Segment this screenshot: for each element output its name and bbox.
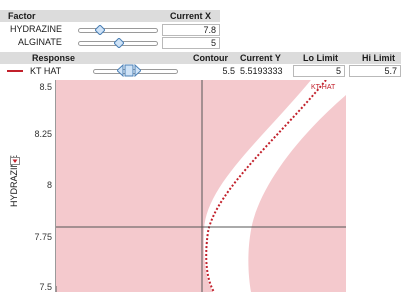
contour-header-label: Contour [193,53,228,63]
hi-limit-field[interactable]: 5.7 [349,65,401,77]
hydrazine-slider-thumb[interactable] [95,25,105,35]
current-x-header-label: Current X [170,11,212,21]
response-header-label: Response [32,53,76,63]
contour-slider-thumb[interactable] [117,64,141,77]
y-tick-label: 7.75 [34,232,52,242]
factor-header-label: Factor [8,11,36,21]
y-tick-label: 8.25 [34,129,52,139]
hi-limit-header-label: Hi Limit [362,53,395,63]
y-tick-label: 8 [46,180,52,190]
contour-curve-label: KT HAT [311,84,336,91]
hydrazine-slider[interactable] [78,28,158,33]
y-tick-label: 8.5 [39,82,52,92]
current-y-value: 5.5193333 [240,66,283,76]
contour-value: 5.5 [222,66,235,76]
alginate-slider-thumb[interactable] [114,38,124,48]
alginate-value-field[interactable]: 5 [162,37,220,49]
plot-left-border [55,80,56,292]
contour-plot[interactable]: KT HAT [56,80,351,292]
lo-limit-field[interactable]: 5 [293,65,345,77]
response-line-swatch [7,70,23,72]
y-tick-label: 7.5 [39,282,52,292]
hydrazine-value-field[interactable]: 7.8 [162,24,220,36]
lo-limit-header-label: Lo Limit [303,53,338,63]
factor-row-alginate-label: ALGINATE [18,37,62,47]
factor-row-hydrazine-label: HYDRAZINE [10,24,63,34]
y-axis-menu-icon[interactable] [10,157,20,165]
current-y-header-label: Current Y [240,53,281,63]
response-row-label: KT HAT [30,66,62,76]
